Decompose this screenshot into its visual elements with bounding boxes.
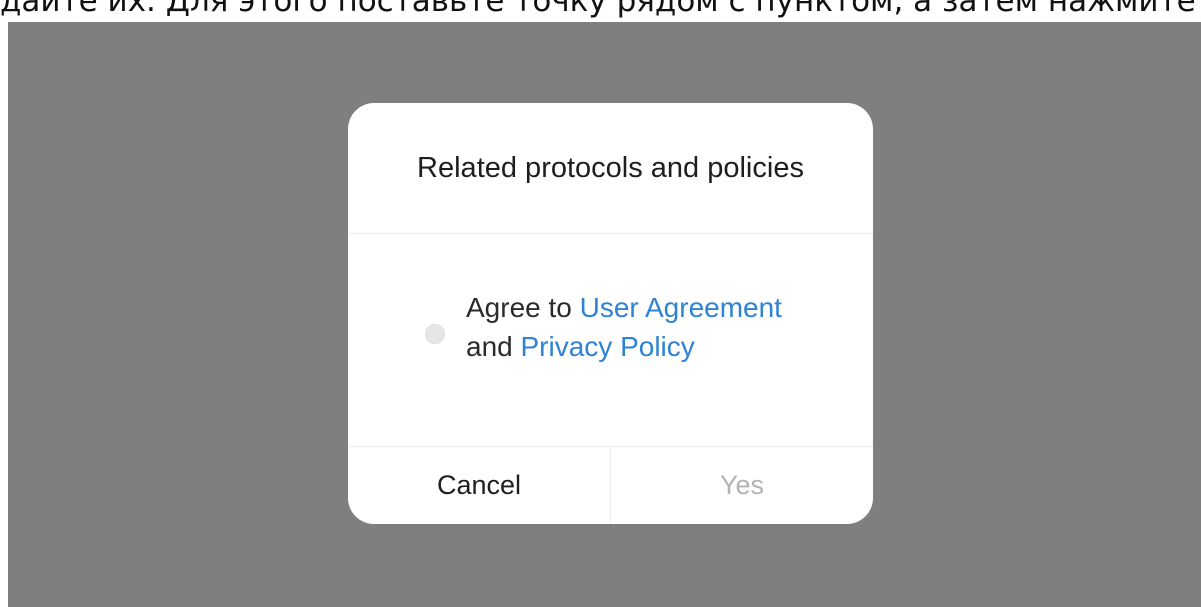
privacy-policy-link[interactable]: Privacy Policy (521, 331, 695, 362)
policies-dialog: Related protocols and policies Agree to … (348, 103, 873, 524)
user-agreement-link[interactable]: User Agreement (580, 292, 782, 323)
consent-text: Agree to User Agreement and Privacy Poli… (466, 288, 826, 366)
cancel-button[interactable]: Cancel (348, 447, 611, 524)
agree-radio-button[interactable] (425, 324, 445, 344)
consent-prefix: Agree to (466, 292, 580, 323)
instruction-caption: дайте их. Для этого поставьте точку рядо… (0, 0, 1201, 22)
instruction-caption-text: дайте их. Для этого поставьте точку рядо… (0, 0, 1201, 19)
dialog-title: Related protocols and policies (417, 151, 804, 184)
consent-connector: and (466, 331, 521, 362)
consent-row: Agree to User Agreement and Privacy Poli… (348, 234, 873, 446)
dialog-footer: Cancel Yes (348, 447, 873, 524)
yes-button[interactable]: Yes (611, 447, 873, 524)
screen: дайте их. Для этого поставьте точку рядо… (0, 0, 1201, 607)
